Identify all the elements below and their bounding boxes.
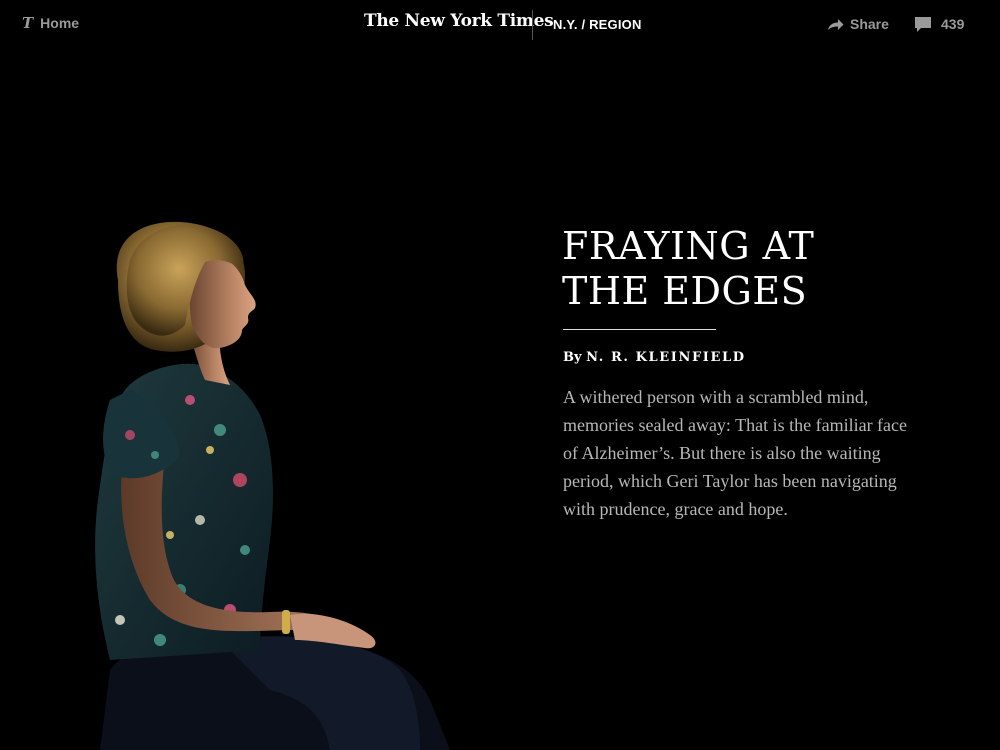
article-headline: FRAYING AT THE EDGES	[562, 224, 942, 314]
nyt-t-logo-icon: T	[22, 14, 34, 32]
byline-prefix: By	[563, 350, 582, 365]
comments-button[interactable]: 439	[915, 16, 964, 32]
top-nav-bar: T Home The New York Times N.Y. / REGION …	[0, 0, 1000, 48]
share-button[interactable]: Share	[827, 16, 889, 32]
comment-bubble-icon	[915, 16, 931, 32]
nyt-masthead-logo[interactable]: The New York Times	[364, 11, 554, 31]
share-label: Share	[850, 16, 889, 32]
article-summary: A withered person with a scrambled mind,…	[563, 387, 908, 519]
share-arrow-icon	[828, 18, 844, 30]
section-link-ny-region[interactable]: N.Y. / REGION	[553, 17, 642, 32]
headline-rule	[563, 329, 716, 330]
byline: By N. R. KLEINFIELD	[563, 350, 746, 365]
comment-count: 439	[941, 16, 965, 32]
byline-author-link[interactable]: N. R. KLEINFIELD	[586, 350, 746, 365]
headline-line-1: FRAYING AT	[562, 224, 815, 268]
home-label: Home	[40, 15, 80, 31]
home-link[interactable]: T Home	[22, 14, 79, 32]
portrait-photo	[95, 221, 450, 750]
header-divider	[532, 10, 533, 40]
headline-line-2: THE EDGES	[562, 269, 808, 313]
